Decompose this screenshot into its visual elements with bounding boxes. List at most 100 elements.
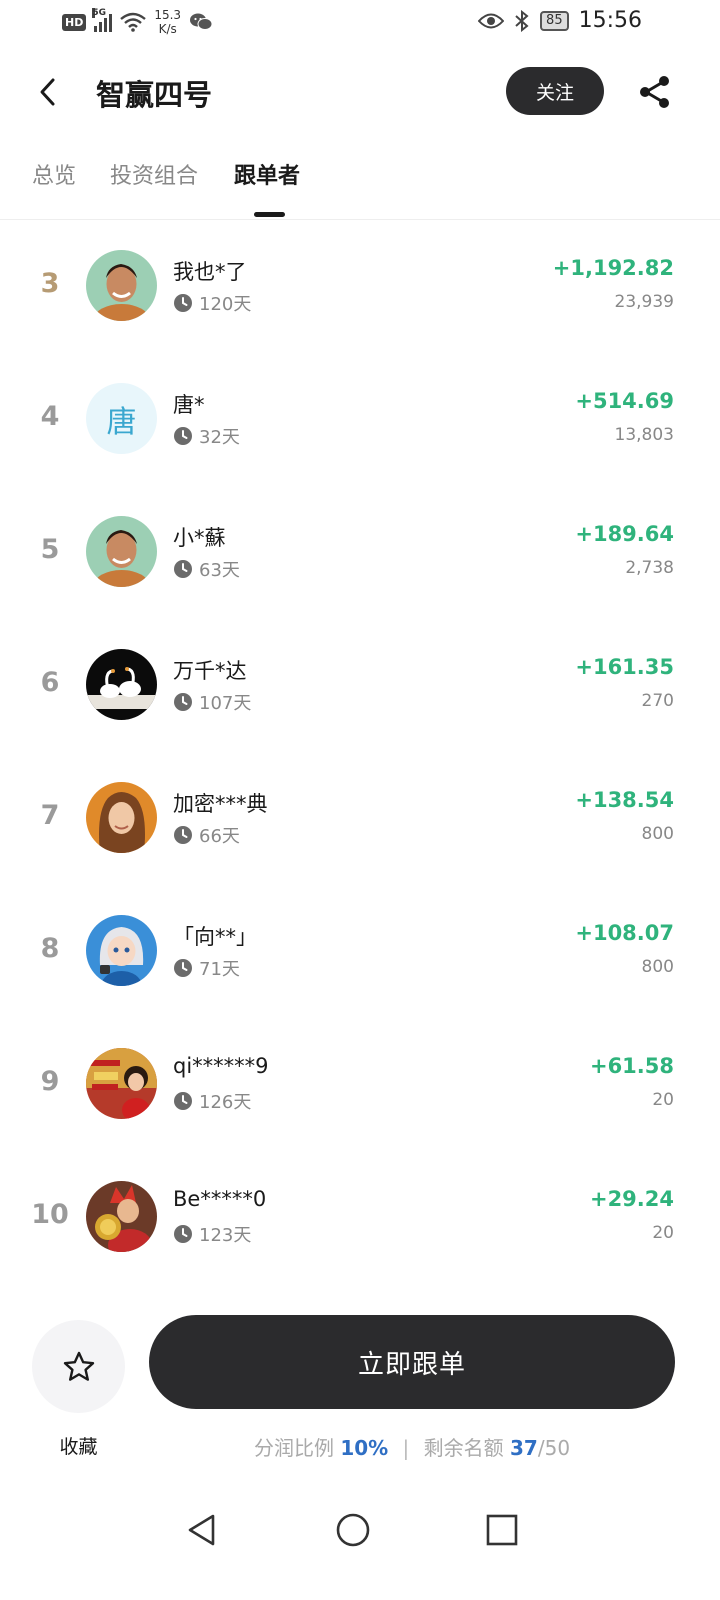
list-item[interactable]: 9 qi******9 126天 +61.58 20 <box>0 1018 720 1151</box>
profit-value: +29.24 <box>589 1187 674 1211</box>
avatar[interactable] <box>86 915 157 986</box>
clock-icon <box>174 560 192 578</box>
follower-name: 「向**」 <box>173 925 257 949</box>
follower-name: qi******9 <box>173 1054 269 1078</box>
follower-name: 万千*达 <box>173 659 247 683</box>
copy-amount: 20 <box>652 1223 674 1243</box>
back-button[interactable] <box>30 74 66 110</box>
profit-share-value: 10% <box>340 1436 389 1460</box>
avatar[interactable] <box>86 782 157 853</box>
avatar-initial: 唐 <box>86 383 157 454</box>
remaining-total: /50 <box>537 1436 571 1460</box>
follow-duration: 126天 <box>173 1088 251 1114</box>
page-title: 智赢四号 <box>96 78 213 112</box>
copy-amount: 20 <box>652 1090 674 1110</box>
hd-badge: HD <box>62 13 87 31</box>
list-item[interactable]: 6 万千*达 107天 +161.35 270 <box>0 619 720 752</box>
profit-value: +61.58 <box>589 1054 674 1078</box>
list-item[interactable]: 8 「向**」 71天 +108.07 800 <box>0 885 720 1018</box>
rank-number: 5 <box>40 534 60 565</box>
share-button[interactable] <box>634 72 674 112</box>
profit-value: +161.35 <box>575 655 674 679</box>
remaining-label: 剩余名额 <box>423 1436 504 1460</box>
rank-number: 10 <box>31 1199 69 1230</box>
system-nav-bar <box>0 1500 720 1560</box>
list-item[interactable]: 5 小*蘇 63天 +189.64 2,738 <box>0 486 720 619</box>
follow-duration: 71天 <box>173 955 240 981</box>
follow-duration: 63天 <box>173 556 240 582</box>
profit-value: +514.69 <box>575 389 674 413</box>
list-item[interactable]: 3 我也*了 120天 +1,192.82 23,939 <box>0 220 720 353</box>
copy-amount: 23,939 <box>614 292 674 312</box>
rank-number: 7 <box>40 800 60 831</box>
avatar[interactable] <box>86 250 157 321</box>
copy-amount: 2,738 <box>625 558 674 578</box>
rank-number: 3 <box>40 268 60 299</box>
clock-icon <box>174 427 192 445</box>
profit-value: +138.54 <box>575 788 674 812</box>
follow-button[interactable]: 关注 <box>506 67 604 115</box>
battery-indicator: 85 <box>540 10 569 31</box>
follower-name: 加密***典 <box>173 792 268 816</box>
copy-amount: 800 <box>641 824 674 844</box>
rank-number: 8 <box>40 933 60 964</box>
nav-home-button[interactable] <box>333 1510 373 1550</box>
cellular-signal-icon: 5G <box>92 8 113 32</box>
profit-value: +1,192.82 <box>552 256 674 280</box>
list-item[interactable]: 10 Be*****0 123天 +29.24 20 <box>0 1151 720 1284</box>
list-item[interactable]: 7 加密***典 66天 +138.54 800 <box>0 752 720 885</box>
rank-number: 9 <box>40 1066 60 1097</box>
avatar[interactable] <box>86 649 157 720</box>
star-icon <box>63 1351 94 1381</box>
clock-icon <box>174 1225 192 1243</box>
rank-number: 4 <box>40 401 60 432</box>
active-tab-indicator <box>254 212 285 217</box>
tab-followers[interactable]: 跟单者 <box>234 158 300 190</box>
copy-amount: 270 <box>641 691 674 711</box>
tab-portfolio[interactable]: 投资组合 <box>110 158 198 190</box>
network-speed: 15.3 K/s <box>154 8 182 36</box>
clock-icon <box>174 826 192 844</box>
profit-share-label: 分润比例 <box>253 1436 334 1460</box>
clock-icon <box>174 294 192 312</box>
clock-icon <box>174 693 192 711</box>
nav-home-icon <box>336 1513 370 1547</box>
copy-info: 分润比例 10% | 剩余名额 37/50 <box>149 1432 675 1461</box>
back-arrow-icon <box>40 78 55 106</box>
follow-duration: 107天 <box>173 689 251 715</box>
status-right: 85 15:56 <box>478 8 642 33</box>
status-bar: HD 5G 15.3 K/s 85 15:56 <box>0 0 720 50</box>
remaining-value: 37 <box>510 1436 538 1460</box>
wechat-icon <box>190 13 213 30</box>
avatar[interactable]: 唐 <box>86 383 157 454</box>
follower-name: Be*****0 <box>173 1187 267 1211</box>
nav-recent-button[interactable] <box>482 1510 522 1550</box>
nav-back-button[interactable] <box>182 1510 222 1550</box>
copy-trade-button[interactable]: 立即跟单 <box>149 1315 675 1409</box>
favorite-button[interactable] <box>32 1320 125 1413</box>
clock-icon <box>174 959 192 977</box>
profit-value: +189.64 <box>575 522 674 546</box>
follow-duration: 66天 <box>173 822 240 848</box>
follower-name: 唐* <box>173 393 205 417</box>
rank-number: 6 <box>40 667 60 698</box>
tab-overview[interactable]: 总览 <box>32 158 76 190</box>
avatar[interactable] <box>86 1048 157 1119</box>
bluetooth-icon <box>515 9 529 32</box>
app-header: 智赢四号 关注 <box>0 62 720 122</box>
copy-amount: 13,803 <box>614 425 674 445</box>
follower-name: 小*蘇 <box>173 526 226 550</box>
status-left: HD 5G 15.3 K/s <box>62 8 213 36</box>
tab-bar: 总览 投资组合 跟单者 <box>0 150 720 220</box>
avatar[interactable] <box>86 1181 157 1252</box>
list-item[interactable]: 4 唐 唐* 32天 +514.69 13,803 <box>0 353 720 486</box>
nav-back-icon <box>188 1514 215 1546</box>
copy-amount: 800 <box>641 957 674 977</box>
follow-duration: 123天 <box>173 1221 251 1247</box>
share-icon <box>640 76 669 108</box>
status-time: 15:56 <box>578 8 642 33</box>
follower-name: 我也*了 <box>173 260 247 284</box>
eye-icon <box>478 13 505 28</box>
follow-duration: 32天 <box>173 423 240 449</box>
avatar[interactable] <box>86 516 157 587</box>
